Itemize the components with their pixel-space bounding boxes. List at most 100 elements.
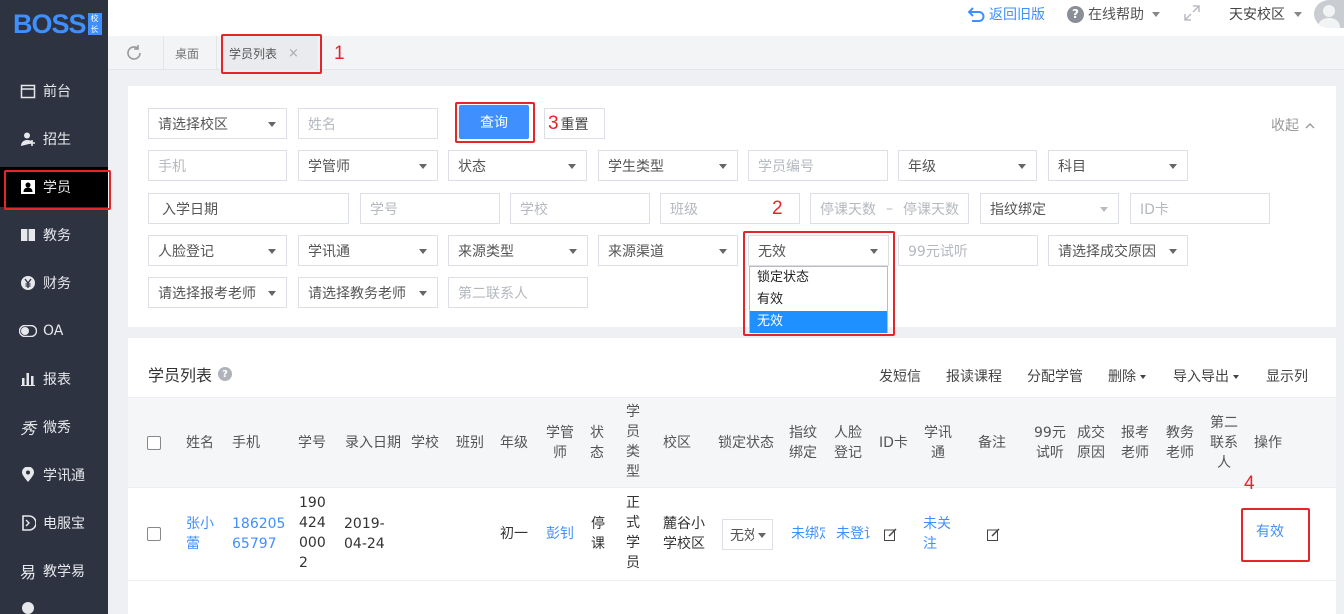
student-name-link[interactable]: 张小蕾 (186, 514, 214, 554)
col-xuehao[interactable]: 学号 (298, 433, 326, 453)
collapse-toggle[interactable]: 收起 (1271, 115, 1315, 135)
help-icon[interactable]: ? (218, 367, 233, 381)
status-select[interactable]: 状态 (448, 150, 587, 181)
lock-option-invalid[interactable]: 无效 (750, 311, 887, 333)
xuehao-input[interactable]: 学号 (360, 193, 500, 224)
stop-days-to[interactable]: 停课天数 (903, 199, 959, 219)
edit-icon[interactable] (987, 528, 1000, 541)
close-icon[interactable]: × (288, 46, 299, 61)
sidebar-item-students[interactable]: 学员 (0, 167, 108, 207)
campus-switcher[interactable]: 天安校区 (1229, 4, 1302, 24)
enroll-date-input[interactable]: 入学日期 (148, 193, 349, 224)
col-fingerprint[interactable]: 指纹 绑定 (789, 423, 817, 463)
school-input[interactable]: 学校 (510, 193, 650, 224)
lock-status-select[interactable]: 无效 (748, 235, 889, 266)
xuexuntong-select[interactable]: 学讯通 (298, 235, 438, 266)
fingerprint-bind-link[interactable]: 未绑定 (791, 524, 825, 544)
source-channel-select[interactable]: 来源渠道 (598, 235, 738, 266)
col-exam-teacher[interactable]: 报考 老师 (1121, 423, 1149, 463)
lock-option-placeholder[interactable]: 锁定状态 (750, 267, 887, 289)
help-menu[interactable]: ? 在线帮助 (1067, 4, 1160, 24)
select-all-checkbox[interactable] (147, 436, 161, 450)
col-face[interactable]: 人脸 登记 (834, 423, 862, 463)
sidebar-item-xuexuntong[interactable]: 学讯通 (0, 455, 108, 495)
row-divider (128, 580, 1336, 581)
send-sms-button[interactable]: 发短信 (879, 366, 921, 386)
sidebar-item-recruit[interactable]: 招生 (0, 119, 108, 159)
campus-label: 天安校区 (1229, 7, 1285, 23)
xuexuntong-follow-link[interactable]: 未关注 (923, 514, 951, 554)
row-lock-select[interactable]: 无效 (722, 519, 773, 550)
sidebar-item-frontdesk[interactable]: 前台 (0, 71, 108, 111)
subject-select[interactable]: 科目 (1048, 150, 1188, 181)
fullscreen-icon[interactable] (1183, 4, 1201, 26)
face-select[interactable]: 人脸登记 (148, 235, 287, 266)
col-name[interactable]: 姓名 (186, 433, 214, 453)
manager-select[interactable]: 学管师 (298, 150, 438, 181)
col-edu-teacher[interactable]: 教务 老师 (1166, 423, 1194, 463)
col-manager[interactable]: 学管师 (546, 423, 574, 463)
sidebar-item-more[interactable] (0, 599, 108, 614)
campus-select[interactable]: 请选择校区 (148, 108, 287, 139)
delete-menu[interactable]: 删除 (1108, 366, 1146, 386)
edit-icon[interactable] (884, 528, 897, 541)
name-input[interactable]: 姓名 (298, 108, 438, 139)
sidebar-item-weixiu[interactable]: 秀 微秀 (0, 407, 108, 447)
display-columns-button[interactable]: 显示列 (1266, 366, 1308, 386)
sidebar-item-academic[interactable]: 教务 (0, 215, 108, 255)
student-no-input[interactable]: 学员编号 (748, 150, 888, 181)
phone-input[interactable]: 手机 (148, 150, 287, 181)
col-entry-date[interactable]: 录入日期 (345, 433, 401, 453)
stop-days-range[interactable]: 停课天数 – 停课天数 (810, 193, 969, 224)
sidebar-item-reports[interactable]: 报表 (0, 359, 108, 399)
col-student-type[interactable]: 学员类型 (626, 402, 640, 482)
edu-teacher-select[interactable]: 请选择教务老师 (298, 277, 438, 308)
col-xuexuntong[interactable]: 学讯通 (924, 423, 952, 463)
col-grade[interactable]: 年级 (500, 433, 528, 453)
assign-manager-button[interactable]: 分配学管 (1027, 366, 1083, 386)
row-checkbox[interactable] (147, 527, 161, 541)
trial-input[interactable]: 99元试听 (898, 235, 1038, 266)
student-phone-link[interactable]: 186205 65797 (232, 514, 285, 554)
tab-student-list[interactable]: 学员列表 × (222, 36, 318, 70)
avatar[interactable] (1314, 0, 1344, 28)
col-idcard[interactable]: ID卡 (879, 433, 908, 453)
col-phone[interactable]: 手机 (232, 433, 260, 453)
grade-select[interactable]: 年级 (898, 150, 1037, 181)
fingerprint-select[interactable]: 指纹绑定 (980, 193, 1119, 224)
col-campus[interactable]: 校区 (663, 433, 691, 453)
stop-days-from[interactable]: 停课天数 (820, 199, 876, 219)
face-register-link[interactable]: 未登记 (836, 524, 870, 544)
student-type-select[interactable]: 学生类型 (598, 150, 738, 181)
bar-chart-icon (19, 370, 37, 388)
query-button[interactable]: 查询 (459, 105, 529, 139)
boss-logo[interactable]: BOSS 校长 (13, 10, 102, 38)
col-status[interactable]: 状态 (590, 423, 604, 463)
col-remark[interactable]: 备注 (978, 433, 1006, 453)
refresh-icon[interactable] (125, 44, 143, 66)
sidebar-item-dianfubao[interactable]: 电服宝 (0, 503, 108, 543)
col-trial[interactable]: 99元 试听 (1034, 423, 1066, 463)
enroll-course-button[interactable]: 报读课程 (946, 366, 1002, 386)
student-manager-link[interactable]: 彭钊 (546, 524, 574, 544)
sidebar-item-finance[interactable]: 财务 (0, 263, 108, 303)
deal-reason-select[interactable]: 请选择成交原因 (1048, 235, 1188, 266)
col-lock-status[interactable]: 锁定状态 (718, 433, 774, 453)
tab-desktop[interactable]: 桌面 (175, 36, 199, 70)
id-card-input[interactable]: ID卡 (1130, 193, 1270, 224)
set-valid-button[interactable]: 有效 (1256, 522, 1284, 542)
toggle-icon (19, 322, 37, 340)
col-deal-reason[interactable]: 成交 原因 (1077, 423, 1105, 463)
col-second-contact[interactable]: 第二 联系人 (1210, 413, 1238, 473)
col-school[interactable]: 学校 (411, 433, 439, 453)
sidebar-item-jiaoxueyi[interactable]: 易 教学易 (0, 551, 108, 591)
import-export-menu[interactable]: 导入导出 (1173, 366, 1239, 386)
lock-option-valid[interactable]: 有效 (750, 289, 887, 311)
exam-teacher-select[interactable]: 请选择报考老师 (148, 277, 287, 308)
second-contact-input[interactable]: 第二联系人 (448, 277, 588, 308)
source-type-select[interactable]: 来源类型 (448, 235, 588, 266)
back-old-version-link[interactable]: 返回旧版 (968, 4, 1045, 24)
chevron-down-icon (268, 249, 276, 254)
sidebar-item-oa[interactable]: OA (0, 311, 108, 351)
col-class[interactable]: 班别 (456, 433, 484, 453)
